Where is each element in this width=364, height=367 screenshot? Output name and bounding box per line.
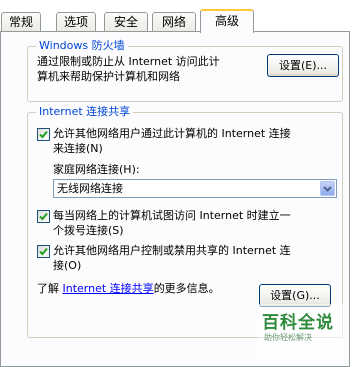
ics-group-title: Internet 连接共享: [36, 105, 134, 119]
chevron-down-icon[interactable]: [320, 181, 335, 196]
tab-network[interactable]: 网络: [152, 12, 196, 31]
firewall-description-line1: 通过限制或防止从 Internet 访问此计: [37, 55, 220, 68]
dial-on-demand-label-line2: 个拨号连接(S): [53, 224, 124, 237]
allow-connect-label-line2: 来连接(N): [53, 142, 103, 155]
watermark-logo: 百科全说: [262, 313, 334, 333]
allow-control-checkbox[interactable]: [37, 245, 50, 258]
firewall-description-line2: 算机来帮助保护计算机和网络: [37, 70, 180, 83]
allow-connect-label-line1: 允许其他网络用户通过此计算机的 Internet 连接: [53, 127, 291, 140]
learn-more-prefix: 了解: [37, 282, 59, 295]
checkmark-icon: [39, 212, 48, 221]
dial-on-demand-label-line1: 每当网络上的计算机试图访问 Internet 时建立一: [53, 209, 291, 222]
learn-more-suffix: 的更多信息。: [153, 282, 220, 295]
tab-security[interactable]: 安全: [104, 12, 148, 31]
checkmark-icon: [39, 247, 48, 256]
watermark: 百科全说 助你轻松解决: [258, 304, 344, 360]
allow-connect-checkbox[interactable]: [37, 128, 50, 141]
home-network-label: 家庭网络连接(H):: [53, 163, 140, 176]
ics-help-link[interactable]: Internet 连接共享: [63, 282, 154, 295]
firewall-settings-button[interactable]: 设置(E)...: [267, 54, 339, 77]
allow-control-label-line2: 接(O): [53, 259, 82, 272]
learn-more-text: 了解 Internet 连接共享的更多信息。: [37, 281, 220, 297]
allow-control-label-line1: 允许其他网络用户控制或禁用共享的 Internet 连: [53, 244, 291, 257]
dial-on-demand-checkbox[interactable]: [37, 210, 50, 223]
firewall-group-title: Windows 防火墙: [36, 39, 128, 53]
tab-general[interactable]: 常规: [1, 12, 41, 31]
tab-strip: 常规 选项 安全 网络 高级: [0, 0, 364, 33]
watermark-subtitle: 助你轻松解决: [264, 333, 312, 342]
home-network-select[interactable]: 无线网络连接: [53, 179, 337, 198]
tab-advanced[interactable]: 高级: [200, 9, 254, 33]
tab-options[interactable]: 选项: [56, 12, 96, 31]
checkmark-icon: [39, 130, 48, 139]
home-network-value: 无线网络连接: [57, 182, 123, 195]
